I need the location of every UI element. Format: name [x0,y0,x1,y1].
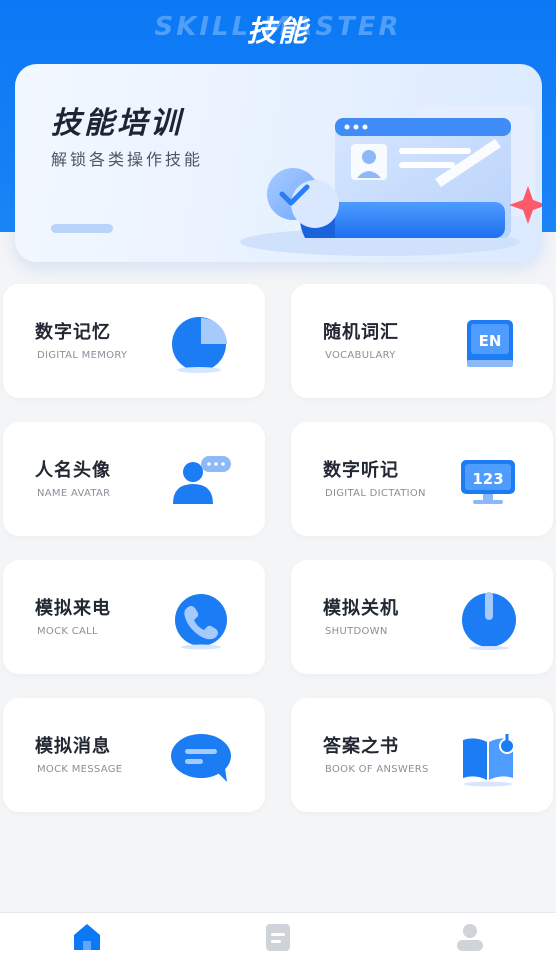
card-mock-message[interactable]: 模拟消息 MOCK MESSAGE [3,698,265,812]
tab-documents[interactable] [260,921,296,953]
document-icon [266,924,290,951]
card-title: 人名头像 [35,460,111,481]
open-book-icon [463,734,515,787]
card-digital-memory[interactable]: 数字记忆 DIGITAL MEMORY [3,284,265,398]
card-shutdown[interactable]: 模拟关机 SHUTDOWN [291,560,553,674]
dictation-icon-text: 123 [472,470,503,488]
card-subtitle: SHUTDOWN [325,626,388,637]
card-title: 数字记忆 [35,322,111,343]
card-name-avatar[interactable]: 人名头像 NAME AVATAR [3,422,265,536]
card-title: 模拟来电 [35,598,111,619]
card-subtitle: MOCK MESSAGE [37,764,123,775]
card-title: 答案之书 [323,736,399,757]
pie-chart-icon [172,317,227,373]
card-subtitle: DIGITAL DICTATION [325,488,426,499]
card-subtitle: BOOK OF ANSWERS [325,764,429,775]
bottom-tab-bar [0,912,556,956]
header: SKILL MASTER 技能 [0,6,556,50]
banner-illustration-icon [240,106,542,256]
card-title: 模拟关机 [323,598,399,619]
power-icon [462,592,516,650]
page-title: 技能 [246,14,309,48]
card-subtitle: VOCABULARY [325,350,396,361]
vocab-icon-text: EN [479,332,502,350]
card-book-of-answers[interactable]: 答案之书 BOOK OF ANSWERS [291,698,553,812]
banner-title: 技能培训 [51,106,183,141]
monitor-123-icon: 123 [461,460,515,504]
card-digital-dictation[interactable]: 数字听记 DIGITAL DICTATION 123 [291,422,553,536]
profile-icon [457,924,483,951]
phone-icon [175,594,227,650]
card-title: 数字听记 [323,460,399,481]
english-book-icon: EN [467,320,513,367]
tab-home[interactable] [69,921,105,953]
banner-indicator [51,224,113,233]
card-subtitle: MOCK CALL [37,626,98,637]
card-subtitle: NAME AVATAR [37,488,111,499]
card-title: 模拟消息 [35,736,111,757]
message-bubble-icon [171,734,231,782]
card-title: 随机词汇 [323,322,399,343]
tab-profile[interactable] [452,921,488,953]
home-icon [74,924,100,950]
banner-subtitle: 解锁各类操作技能 [51,150,204,169]
card-vocabulary[interactable]: 随机词汇 VOCABULARY EN [291,284,553,398]
training-banner[interactable]: 技能培训 解锁各类操作技能 [15,64,542,262]
card-mock-call[interactable]: 模拟来电 MOCK CALL [3,560,265,674]
card-subtitle: DIGITAL MEMORY [37,350,128,361]
person-chat-icon [173,456,231,504]
